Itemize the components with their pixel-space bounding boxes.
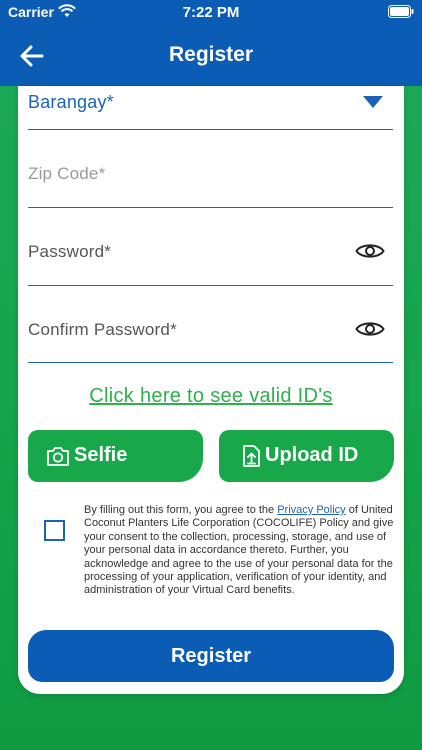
barangay-label: Barangay* [28,92,114,112]
battery-icon [388,5,414,18]
selfie-label: Selfie [74,444,128,466]
consent-checkbox[interactable] [44,520,65,541]
eye-icon[interactable] [355,319,385,339]
status-bar: Carrier 7:22 PM [0,0,422,26]
eye-icon[interactable] [355,241,385,261]
camera-icon [47,447,69,466]
privacy-policy-link[interactable]: Privacy Policy [277,504,345,516]
password-placeholder: Password* [28,242,112,261]
register-button[interactable]: Register [28,630,394,682]
selfie-button[interactable]: Selfie [28,430,203,482]
nav-bar: Register [0,26,422,86]
upload-id-label: Upload ID [265,444,359,466]
page-title: Register [168,43,254,66]
confirm-password-field[interactable]: Confirm Password* [28,306,393,363]
barangay-select[interactable]: Barangay* [28,86,393,130]
consent-text-before: By filling out this form, you agree to t… [84,504,278,516]
password-field[interactable]: Password* [28,228,393,286]
consent-text: By filling out this form, you agree to t… [84,504,394,598]
zip-code-field[interactable]: Zip Code* [28,152,393,208]
upload-id-button[interactable]: Upload ID [219,430,394,482]
registration-form-card: Barangay* Zip Code* Password* Confirm Pa… [18,86,404,694]
status-time: 7:22 PM [182,4,240,21]
confirm-password-placeholder: Confirm Password* [28,320,177,339]
zip-code-placeholder: Zip Code* [28,164,106,183]
valid-ids-link[interactable]: Click here to see valid ID's [18,385,404,408]
register-button-label: Register [170,645,252,667]
caret-down-icon[interactable] [363,96,383,108]
upload-file-icon [243,445,260,467]
consent-text-after: of United Coconut Planters Life Corporat… [84,504,394,597]
